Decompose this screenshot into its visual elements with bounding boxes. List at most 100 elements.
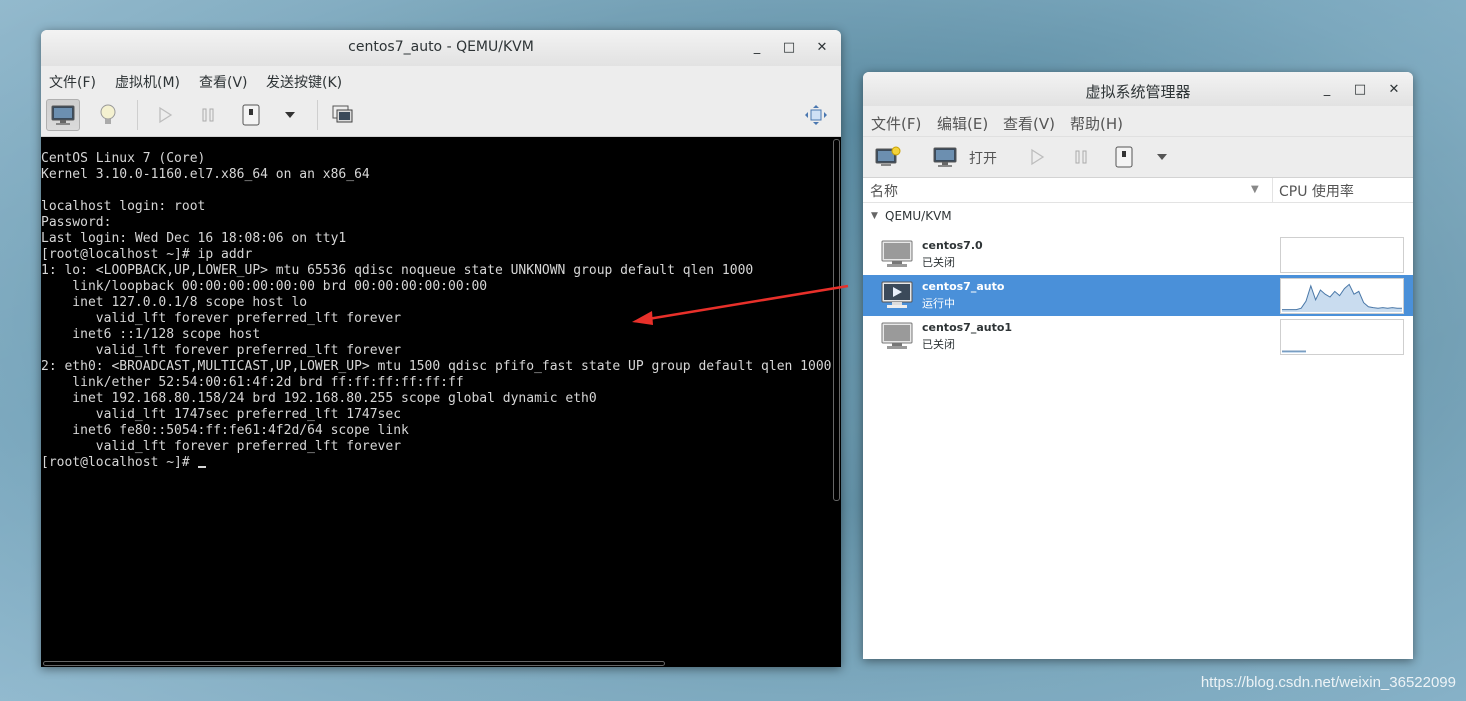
new-vm-icon [875, 146, 901, 166]
shutdown-menu-button[interactable] [1145, 141, 1179, 173]
console-line: Password: [41, 215, 112, 230]
vm-name: centos7.0 [922, 239, 983, 252]
fullscreen-icon [805, 105, 827, 125]
console-view-button[interactable] [46, 99, 80, 131]
vm-row-selected[interactable]: centos7_auto 运行中 [863, 275, 1413, 316]
vm-list-header: 名称 ▼ CPU 使用率 [863, 178, 1413, 203]
console-line: valid_lft 1747sec preferred_lft 1747sec [41, 407, 402, 422]
vmm-menubar: 文件(F) 编辑(E) 查看(V) 帮助(H) [863, 106, 1413, 137]
toolbar-separator [317, 100, 318, 130]
menu-edit[interactable]: 编辑(E) [937, 113, 988, 134]
power-icon [242, 104, 260, 126]
snapshot-button[interactable] [326, 99, 360, 131]
screenshot-icon [332, 105, 353, 123]
close-button[interactable]: ✕ [812, 38, 832, 58]
minimize-button[interactable]: _ [1317, 80, 1337, 100]
new-vm-button[interactable] [871, 141, 905, 173]
console-line: [root@localhost ~]# ip addr [41, 247, 253, 262]
maximize-button[interactable]: □ [779, 38, 799, 58]
lightbulb-icon [100, 104, 116, 124]
console-line: CentOS Linux 7 (Core) [41, 151, 206, 166]
console-prompt: [root@localhost ~]# [41, 455, 198, 470]
vm-running-icon [881, 281, 913, 308]
sort-indicator-icon: ▼ [1251, 184, 1259, 195]
pause-button[interactable] [191, 99, 225, 131]
play-icon [1031, 148, 1045, 166]
maximize-button[interactable]: □ [1350, 80, 1370, 100]
toolbar-separator [137, 100, 138, 130]
menu-file[interactable]: 文件(F) [49, 72, 96, 92]
monitor-icon [933, 147, 957, 167]
cpu-usage-graph [1280, 278, 1404, 314]
text-cursor [197, 466, 206, 468]
console-prompt-line: [root@localhost ~]# [41, 455, 832, 471]
shutdown-menu-button[interactable] [273, 99, 307, 131]
column-cpu-header[interactable]: CPU 使用率 [1279, 181, 1354, 201]
vm-row[interactable]: centos7_auto1 已关闭 [863, 316, 1413, 357]
menu-vm[interactable]: 虚拟机(M) [115, 72, 180, 92]
qemu-window-title: centos7_auto - QEMU/KVM [348, 39, 534, 55]
open-vm-icon-button[interactable] [928, 141, 962, 173]
vm-off-icon [881, 322, 913, 349]
connection-group-row[interactable]: ▼ QEMU/KVM [863, 203, 1413, 229]
console-line: Last login: Wed Dec 16 18:08:06 on tty1 [41, 231, 347, 246]
menu-view[interactable]: 查看(V) [199, 72, 248, 92]
power-icon [1115, 146, 1133, 168]
connection-label: QEMU/KVM [885, 209, 952, 223]
fullscreen-button[interactable] [799, 99, 833, 131]
play-icon [159, 106, 173, 124]
console-line: inet 192.168.80.158/24 brd 192.168.80.25… [41, 391, 597, 406]
qemu-menubar: 文件(F) 虚拟机(M) 查看(V) 发送按键(K) [41, 66, 841, 94]
vm-off-icon [881, 240, 913, 267]
vm-status: 已关闭 [922, 256, 955, 269]
menu-help[interactable]: 帮助(H) [1070, 113, 1123, 134]
virt-manager-window: 虚拟系统管理器 _ □ ✕ 文件(F) 编辑(E) 查看(V) 帮助(H) 打开… [863, 72, 1413, 659]
pause-icon [202, 108, 214, 122]
watermark-url: https://blog.csdn.net/weixin_36522099 [1200, 674, 1456, 691]
vm-console-screen[interactable]: CentOS Linux 7 (Core) Kernel 3.10.0-1160.… [41, 137, 841, 667]
column-separator[interactable] [1272, 178, 1273, 202]
console-line: localhost login: root [41, 199, 206, 214]
run-button[interactable] [1020, 141, 1054, 173]
shutdown-button[interactable] [1107, 141, 1141, 173]
run-button[interactable] [148, 99, 182, 131]
close-button[interactable]: ✕ [1384, 80, 1404, 100]
cpu-sparkline [1282, 350, 1306, 353]
minimize-button[interactable]: _ [747, 38, 767, 58]
column-name-header[interactable]: 名称 [870, 181, 898, 201]
vmm-toolbar: 打开 [863, 137, 1413, 178]
qemu-titlebar[interactable]: centos7_auto - QEMU/KVM _ □ ✕ [41, 30, 841, 67]
details-view-button[interactable] [91, 99, 125, 131]
console-line: Kernel 3.10.0-1160.el7.x86_64 on an x86_… [41, 167, 370, 182]
console-line: valid_lft forever preferred_lft forever [41, 343, 402, 358]
console-line: valid_lft forever preferred_lft forever [41, 439, 402, 454]
cpu-sparkline [1281, 238, 1403, 272]
menu-file[interactable]: 文件(F) [871, 113, 921, 134]
monitor-icon [51, 105, 75, 125]
cpu-usage-graph [1280, 319, 1404, 355]
pause-icon [1075, 150, 1087, 164]
menu-view[interactable]: 查看(V) [1003, 113, 1055, 134]
annotation-arrow [632, 284, 849, 325]
qemu-toolbar [41, 94, 841, 137]
vm-status: 已关闭 [922, 338, 955, 351]
pause-button[interactable] [1064, 141, 1098, 173]
menu-send-key[interactable]: 发送按键(K) [266, 72, 342, 92]
shutdown-button[interactable] [234, 99, 268, 131]
console-line: link/ether 52:54:00:61:4f:2d brd ff:ff:f… [41, 375, 464, 390]
expander-icon[interactable]: ▼ [871, 211, 878, 221]
cpu-sparkline [1282, 283, 1402, 312]
cpu-usage-graph [1280, 237, 1404, 273]
vm-status: 运行中 [922, 297, 955, 310]
qemu-console-window: centos7_auto - QEMU/KVM _ □ ✕ 文件(F) 虚拟机(… [41, 30, 841, 667]
dropdown-icon [285, 112, 295, 118]
open-button-label[interactable]: 打开 [969, 148, 997, 168]
vm-name: centos7_auto [922, 280, 1005, 293]
vm-row[interactable]: centos7.0 已关闭 [863, 234, 1413, 275]
vmm-titlebar[interactable]: 虚拟系统管理器 _ □ ✕ [863, 72, 1413, 107]
dropdown-icon [1157, 154, 1167, 160]
vm-name: centos7_auto1 [922, 321, 1013, 334]
console-line: 2: eth0: <BROADCAST,MULTICAST,UP,LOWER_U… [41, 359, 832, 374]
console-horizontal-scrollbar[interactable] [43, 661, 665, 666]
